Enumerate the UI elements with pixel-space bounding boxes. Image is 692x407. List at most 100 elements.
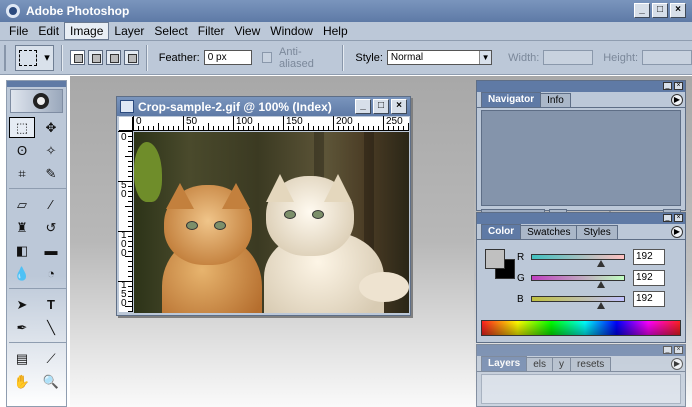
menu-layer[interactable]: Layer — [109, 23, 149, 39]
ruler-origin[interactable] — [119, 117, 133, 131]
gradient-tool[interactable]: ▬ — [38, 240, 64, 261]
move-tool[interactable]: ✥ — [38, 117, 64, 138]
eraser-tool[interactable]: ◧ — [9, 240, 35, 261]
palette-minimize-button[interactable]: _ — [663, 214, 672, 222]
history-brush-tool[interactable]: ↺ — [38, 217, 64, 238]
document-icon[interactable] — [120, 100, 134, 113]
color-spectrum-ramp[interactable] — [481, 320, 681, 336]
tab-navigator[interactable]: Navigator — [481, 92, 542, 107]
subtract-from-selection-button[interactable] — [105, 50, 121, 65]
tab-history[interactable]: y — [552, 357, 572, 371]
type-tool[interactable]: T — [38, 294, 64, 315]
maximize-button[interactable]: □ — [652, 3, 668, 18]
menu-edit[interactable]: Edit — [33, 23, 64, 39]
hand-tool[interactable]: ✋ — [9, 371, 35, 392]
doc-maximize-button[interactable]: □ — [373, 99, 389, 114]
tab-swatches[interactable]: Swatches — [520, 225, 578, 239]
adobe-online-logo[interactable] — [10, 89, 63, 113]
kitten-head — [266, 174, 354, 256]
clone-stamp-tool[interactable]: ♜ — [9, 217, 35, 238]
horizontal-ruler[interactable]: 0 50 100 150 200 250 — [133, 116, 409, 131]
close-button[interactable]: × — [670, 3, 686, 18]
menu-bar: File Edit Image Layer Select Filter View… — [0, 22, 692, 41]
palette-close-button[interactable]: × — [674, 214, 683, 222]
minimize-button[interactable]: _ — [634, 3, 650, 18]
menu-help[interactable]: Help — [318, 23, 353, 39]
v-ruler-tick — [128, 151, 132, 152]
new-selection-button[interactable] — [69, 50, 85, 65]
tab-color[interactable]: Color — [481, 224, 522, 239]
feather-input[interactable]: 0 px — [203, 50, 252, 65]
kitten-tail — [359, 272, 409, 302]
crop-tool[interactable]: ⌗ — [9, 163, 35, 184]
eyedropper-tool[interactable]: ⟋ — [38, 348, 64, 369]
add-to-selection-button[interactable] — [87, 50, 103, 65]
palette-title-bar[interactable]: _ × — [477, 345, 685, 356]
palette-minimize-button[interactable]: _ — [663, 346, 672, 354]
layers-list[interactable] — [481, 374, 681, 404]
palette-menu-arrow-icon[interactable]: ▶ — [671, 226, 683, 238]
green-value-input[interactable]: 192 — [633, 270, 665, 286]
doc-close-button[interactable]: × — [391, 99, 407, 114]
menu-select[interactable]: Select — [149, 23, 192, 39]
tab-channels[interactable]: els — [526, 357, 554, 371]
red-value-input[interactable]: 192 — [633, 249, 665, 265]
blue-value-input[interactable]: 192 — [633, 291, 665, 307]
lasso-tool[interactable]: ʘ — [9, 140, 35, 161]
options-bar-grip[interactable] — [4, 44, 9, 71]
kitten-ear — [266, 174, 294, 202]
blur-tool[interactable]: 💧 — [9, 263, 35, 284]
doc-minimize-button[interactable]: _ — [355, 99, 371, 114]
menu-file[interactable]: File — [4, 23, 33, 39]
v-ruler-tick — [118, 181, 132, 182]
blue-slider-knob[interactable] — [597, 302, 605, 309]
slice-tool[interactable]: ✎ — [38, 163, 64, 184]
palette-close-button[interactable]: × — [674, 346, 683, 354]
zoom-tool[interactable]: 🔍 — [38, 371, 64, 392]
palette-minimize-button[interactable]: _ — [663, 82, 672, 90]
v-ruler-tick — [128, 301, 132, 302]
red-slider-knob[interactable] — [597, 260, 605, 267]
document-title-bar[interactable]: Crop-sample-2.gif @ 100% (Index) _ □ × — [117, 97, 410, 116]
image-canvas[interactable] — [134, 132, 409, 313]
green-slider[interactable] — [531, 275, 625, 288]
palette-menu-arrow-icon[interactable]: ▶ — [671, 358, 683, 370]
style-select[interactable]: Normal ▼ — [386, 50, 493, 65]
tab-styles[interactable]: Styles — [576, 225, 618, 239]
document-title: Crop-sample-2.gif @ 100% (Index) — [138, 99, 332, 114]
tab-info[interactable]: Info — [540, 93, 571, 107]
path-selection-tool[interactable]: ➤ — [9, 294, 35, 315]
magic-wand-tool[interactable]: ✧ — [38, 140, 64, 161]
tab-layers[interactable]: Layers — [481, 356, 528, 371]
hand-icon: ✋ — [13, 373, 31, 389]
photoshop-app-icon[interactable] — [6, 4, 20, 18]
blue-slider[interactable] — [531, 296, 625, 309]
menu-image[interactable]: Image — [64, 22, 110, 40]
navigator-preview[interactable] — [481, 110, 681, 206]
toolbox-title-bar[interactable] — [7, 81, 66, 87]
palette-menu-arrow-icon[interactable]: ▶ — [671, 94, 683, 106]
red-slider[interactable] — [531, 254, 625, 267]
anti-aliased-checkbox[interactable] — [261, 52, 272, 63]
menu-filter[interactable]: Filter — [193, 23, 230, 39]
marquee-tool[interactable]: ⬚ — [9, 117, 35, 138]
intersect-selection-button[interactable] — [123, 50, 139, 65]
menu-window[interactable]: Window — [265, 23, 318, 39]
pen-tool[interactable]: ✒ — [9, 317, 35, 338]
dodge-tool[interactable]: ◔ — [38, 263, 64, 284]
tab-presets[interactable]: resets — [570, 357, 612, 371]
tool-preset-picker[interactable]: ▾ — [14, 44, 54, 71]
vertical-ruler[interactable]: 0 50 100 150 — [118, 131, 133, 312]
palette-title-bar[interactable]: _ × — [477, 213, 685, 224]
foreground-color-swatch[interactable] — [485, 249, 505, 269]
menu-view[interactable]: View — [229, 23, 265, 39]
green-slider-knob[interactable] — [597, 281, 605, 288]
line-tool[interactable]: ╲ — [38, 317, 64, 338]
brush-tool[interactable]: ⁄ — [38, 194, 64, 215]
notes-tool[interactable]: ▤ — [9, 348, 35, 369]
palette-close-button[interactable]: × — [674, 82, 683, 90]
width-input[interactable] — [543, 50, 594, 65]
height-input[interactable] — [642, 50, 692, 65]
healing-brush-tool[interactable]: ▱ — [9, 194, 35, 215]
palette-title-bar[interactable]: _ × — [477, 81, 685, 92]
